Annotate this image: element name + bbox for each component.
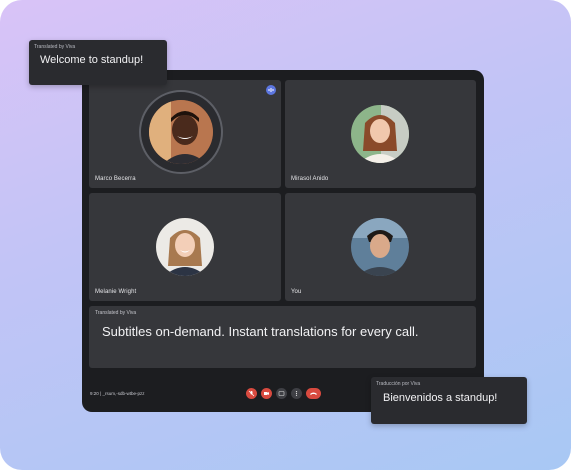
hang-up-button[interactable] — [306, 388, 321, 399]
participant-tile-marco[interactable]: Marco Becerra — [89, 80, 281, 188]
camera-button[interactable] — [261, 388, 272, 399]
participant-name: You — [291, 289, 302, 295]
avatar-marco — [149, 100, 213, 164]
call-controls — [246, 388, 321, 399]
meeting-status: 9:20 | _rsum,-sdb-wtbe-pzz — [90, 391, 144, 396]
mic-off-icon — [248, 390, 255, 397]
more-options-button[interactable] — [291, 388, 302, 399]
captions-button[interactable] — [276, 388, 287, 399]
hang-up-icon — [310, 392, 317, 395]
participant-name: Marco Becerra — [95, 176, 136, 182]
participant-tile-mirasol[interactable]: Mirasol Anido — [285, 80, 476, 188]
participant-name: Mirasol Anido — [291, 176, 329, 182]
translation-card-spanish: Traducción por Viva Bienvenidos a standu… — [371, 377, 527, 424]
avatar-mirasol — [351, 105, 409, 163]
translation-text: Welcome to standup! — [40, 54, 144, 66]
avatar-you — [351, 218, 409, 276]
translation-card-english: Translated by Viva Welcome to standup! — [29, 40, 167, 85]
participant-tile-melanie[interactable]: Melanie Wright — [89, 193, 281, 301]
mute-button[interactable] — [246, 388, 257, 399]
more-options-icon — [295, 391, 298, 396]
meeting-code: _rsum,-sdb-wtbe-pzz — [102, 391, 145, 396]
translation-source-label: Translated by Viva — [34, 44, 76, 50]
captions-icon — [278, 391, 285, 396]
translation-text: Bienvenidos a standup! — [383, 392, 498, 404]
live-caption-panel: Translated by Viva Subtitles on-demand. … — [89, 306, 476, 368]
caption-text: Subtitles on-demand. Instant translation… — [102, 324, 419, 339]
camera-off-icon — [264, 392, 269, 395]
audio-active-icon — [266, 85, 276, 95]
avatar-melanie — [156, 218, 214, 276]
meeting-time: 9:20 — [90, 391, 99, 396]
translation-source-label: Traducción por Viva — [376, 381, 421, 387]
participant-name: Melanie Wright — [95, 289, 137, 295]
participant-tile-you[interactable]: You — [285, 193, 476, 301]
caption-source-label: Translated by Viva — [95, 310, 137, 316]
